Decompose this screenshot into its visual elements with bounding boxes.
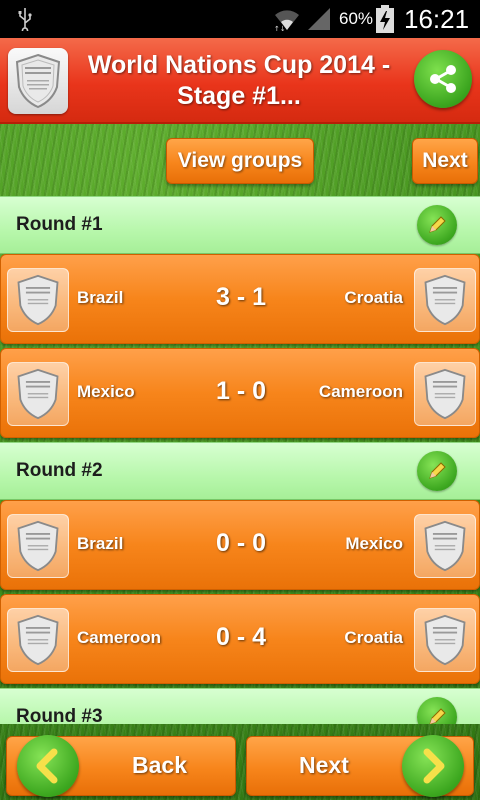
shield-icon bbox=[17, 274, 59, 326]
away-team-name: Cameroon bbox=[318, 382, 403, 401]
home-team-name: Mexico bbox=[77, 382, 135, 401]
edit-round-button[interactable] bbox=[417, 697, 457, 724]
home-team-logo bbox=[7, 608, 69, 672]
battery-icon bbox=[376, 5, 394, 33]
home-team-name: Brazil bbox=[77, 288, 124, 307]
match-row[interactable]: Cameroon 0 - 4 Croatia bbox=[0, 594, 480, 684]
status-bar: ↑↓ 60% 16:21 bbox=[0, 0, 480, 38]
round-header: Round #2 bbox=[0, 442, 480, 500]
match-score: 1 - 0 bbox=[215, 377, 267, 405]
next-arrow-circle bbox=[402, 735, 464, 797]
shield-icon bbox=[424, 614, 466, 666]
round-label: Round #2 bbox=[16, 460, 103, 481]
away-team-logo bbox=[414, 362, 476, 426]
clock: 16:21 bbox=[404, 4, 470, 34]
pencil-icon bbox=[429, 216, 446, 233]
shield-icon bbox=[424, 274, 466, 326]
match-row[interactable]: Mexico 1 - 0 Cameroon bbox=[0, 348, 480, 438]
match-row[interactable]: Brazil 0 - 0 Mexico bbox=[0, 500, 480, 590]
away-team-name: Mexico bbox=[345, 534, 403, 553]
match-row[interactable]: Brazil 3 - 1 Croatia bbox=[0, 254, 480, 344]
next-label: Next bbox=[299, 752, 349, 778]
round-label: Round #1 bbox=[16, 214, 103, 235]
round-header: Round #3 bbox=[0, 688, 480, 724]
match-score: 0 - 4 bbox=[215, 623, 267, 651]
pencil-icon bbox=[429, 708, 446, 724]
home-team-logo bbox=[7, 362, 69, 426]
round-header: Round #1 bbox=[0, 196, 480, 254]
edit-round-button[interactable] bbox=[417, 205, 457, 245]
view-groups-button[interactable]: View groups bbox=[166, 138, 314, 184]
next-stage-button[interactable]: Next bbox=[412, 138, 478, 184]
share-button[interactable] bbox=[414, 50, 472, 108]
away-team-logo bbox=[414, 514, 476, 578]
home-team-logo bbox=[7, 514, 69, 578]
rounds-list[interactable]: Round #1 Brazil 3 - 1 Croatia Mexico 1 -… bbox=[0, 196, 480, 724]
battery-percent: 60% bbox=[339, 9, 374, 28]
signal-icon bbox=[308, 8, 330, 30]
shield-icon bbox=[17, 368, 59, 420]
page-title: World Nations Cup 2014 - Stage #1... bbox=[87, 51, 391, 110]
next-button[interactable]: Next bbox=[246, 735, 474, 797]
arrow-left-icon bbox=[36, 748, 58, 784]
app-header: World Nations Cup 2014 - Stage #1... bbox=[0, 38, 480, 124]
away-team-logo bbox=[414, 268, 476, 332]
shield-icon bbox=[424, 368, 466, 420]
shield-icon bbox=[17, 614, 59, 666]
arrow-right-icon bbox=[423, 748, 445, 784]
wifi-icon: ↑↓ bbox=[274, 10, 299, 32]
home-team-logo bbox=[7, 268, 69, 332]
back-button[interactable]: Back bbox=[6, 735, 236, 797]
share-icon bbox=[430, 65, 456, 93]
svg-text:↑↓: ↑↓ bbox=[274, 25, 286, 32]
away-team-logo bbox=[414, 608, 476, 672]
back-arrow-circle bbox=[17, 735, 79, 797]
tournament-logo bbox=[8, 48, 68, 114]
pencil-icon bbox=[429, 462, 446, 479]
shield-icon bbox=[15, 53, 61, 109]
usb-icon bbox=[18, 8, 32, 31]
away-team-name: Croatia bbox=[344, 628, 403, 647]
back-label: Back bbox=[132, 752, 187, 778]
match-score: 0 - 0 bbox=[215, 529, 267, 557]
match-score: 3 - 1 bbox=[215, 283, 267, 311]
round-label: Round #3 bbox=[16, 706, 103, 724]
away-team-name: Croatia bbox=[344, 288, 403, 307]
shield-icon bbox=[17, 520, 59, 572]
home-team-name: Cameroon bbox=[77, 628, 162, 647]
home-team-name: Brazil bbox=[77, 534, 124, 553]
shield-icon bbox=[424, 520, 466, 572]
edit-round-button[interactable] bbox=[417, 451, 457, 491]
